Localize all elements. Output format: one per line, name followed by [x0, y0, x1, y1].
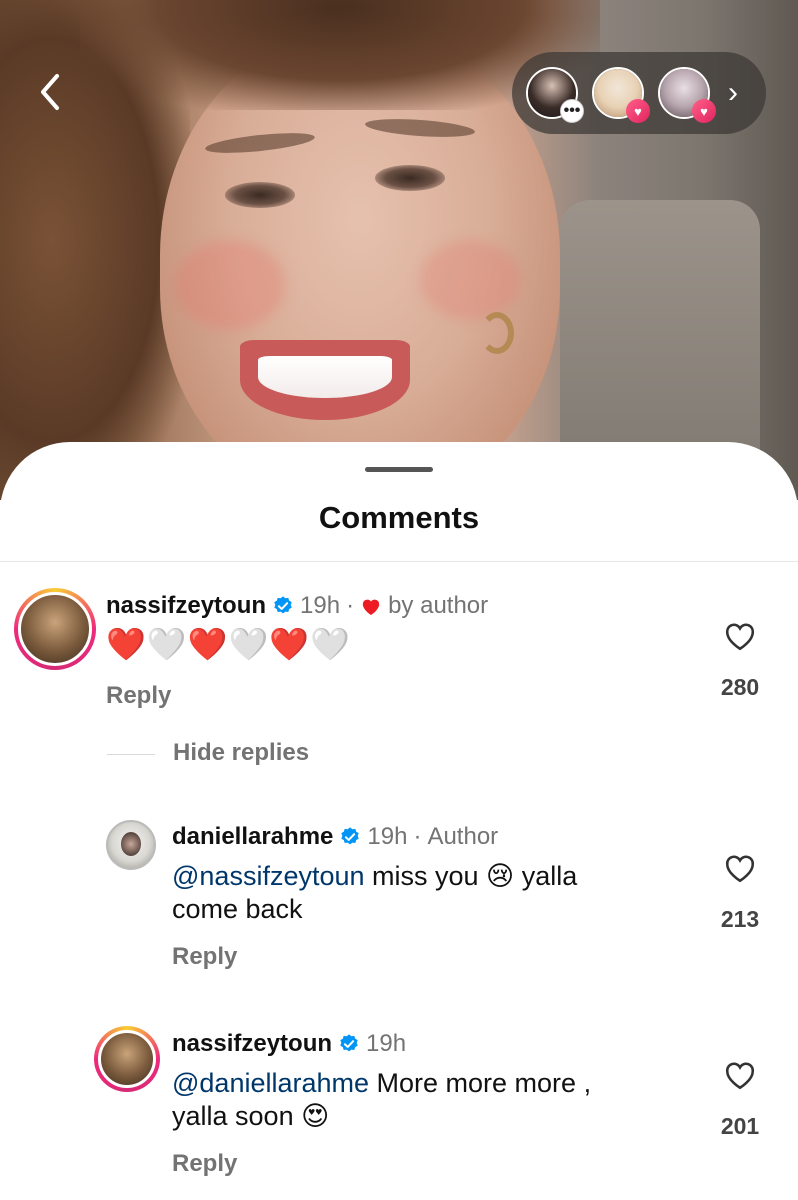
- comment-time: 19h: [300, 592, 341, 619]
- comment-username[interactable]: nassifzeytoun: [172, 1030, 332, 1058]
- comment-text: @nassifzeytoun miss you 😢 yalla come bac…: [172, 860, 672, 926]
- like-count: 213: [720, 906, 760, 932]
- reply-button[interactable]: Reply: [172, 943, 237, 971]
- mention-link[interactable]: @daniellarahme: [172, 1068, 369, 1098]
- like-count: 201: [720, 1113, 760, 1139]
- viewer-avatar[interactable]: ♥: [592, 67, 650, 123]
- like-count: 280: [720, 674, 760, 700]
- chevron-right-icon[interactable]: ›: [728, 76, 738, 110]
- separator: ·: [346, 592, 355, 619]
- hide-replies-button[interactable]: Hide replies: [173, 739, 309, 767]
- chat-bubble-icon: •••: [560, 99, 584, 123]
- comment-time: 19h: [366, 1030, 407, 1057]
- heart-icon: ♥: [626, 99, 650, 123]
- verified-badge-icon: [340, 1034, 358, 1052]
- sheet-title: Comments: [318, 500, 480, 535]
- comment-text-line2: yalla soon 😍: [172, 1101, 330, 1131]
- comment-text-line2: come back: [172, 894, 303, 924]
- liked-by-author: by author: [388, 592, 489, 619]
- reply-button[interactable]: Reply: [172, 1150, 237, 1178]
- verified-badge-icon: [341, 827, 360, 845]
- divider: [0, 561, 798, 562]
- like-button[interactable]: [710, 852, 770, 889]
- comment-text: @daniellarahme More more more , yalla so…: [172, 1067, 672, 1133]
- back-button[interactable]: [30, 70, 70, 114]
- author-label: Author: [427, 823, 499, 850]
- avatar[interactable]: [106, 820, 156, 870]
- verified-badge-icon: [274, 596, 292, 614]
- avatar[interactable]: [94, 1026, 160, 1092]
- viewer-avatar[interactable]: ♥: [658, 67, 716, 123]
- comment-username[interactable]: nassifzeytoun: [106, 592, 266, 620]
- comment-text: ❤️🤍❤️🤍❤️🤍: [106, 626, 352, 662]
- like-button[interactable]: [710, 1059, 770, 1096]
- heart-outline-icon: [725, 1062, 755, 1090]
- comment-text-line1: miss you 😢 yalla: [364, 861, 578, 891]
- comment-time: 19h: [367, 823, 408, 850]
- story-viewers-pill[interactable]: ••• ♥ ♥ ›: [512, 52, 766, 134]
- like-button[interactable]: [710, 620, 770, 657]
- avatar[interactable]: [14, 588, 96, 670]
- heart-icon: ♥: [692, 99, 716, 123]
- sheet-grabber[interactable]: [365, 467, 433, 472]
- comments-sheet: Comments nassifzeytoun 19h · by author ❤…: [0, 442, 798, 1200]
- replies-divider-line: [107, 754, 155, 755]
- chevron-left-icon: [41, 74, 59, 110]
- comment-username[interactable]: daniellarahme: [172, 823, 333, 851]
- heart-outline-icon: [725, 623, 755, 651]
- heart-outline-icon: [725, 855, 755, 883]
- heart-icon: [362, 599, 380, 616]
- viewer-avatar[interactable]: •••: [526, 67, 584, 123]
- comment-text-line1: More more more ,: [369, 1068, 592, 1098]
- separator: ·: [413, 823, 422, 850]
- mention-link[interactable]: @nassifzeytoun: [172, 861, 365, 891]
- reply-button[interactable]: Reply: [106, 682, 171, 710]
